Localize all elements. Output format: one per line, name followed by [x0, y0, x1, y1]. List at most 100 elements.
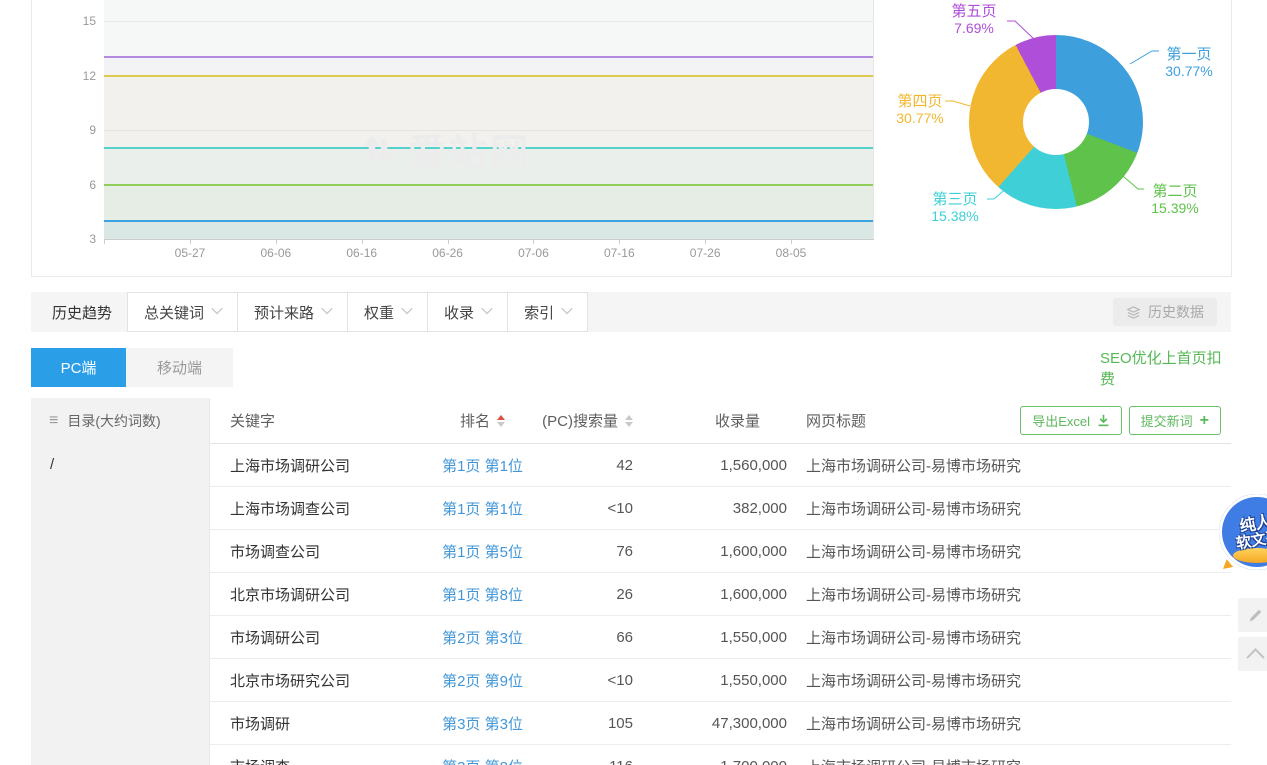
- y-tick-label: 12: [46, 69, 96, 83]
- included-count-cell: 47,300,000: [630, 702, 787, 744]
- feedback-pencil-button[interactable]: [1238, 598, 1267, 632]
- filter-dropdown-4[interactable]: 索引: [507, 292, 588, 332]
- included-count-cell: 1,600,000: [630, 530, 787, 572]
- aizhan-logo-icon: [356, 128, 400, 172]
- trend-chart-panel: 1512963 05-2706-0606-1606-2607-0607-1607…: [31, 0, 1232, 277]
- x-tick-mark: [791, 240, 792, 244]
- x-tick-label: 07-26: [662, 246, 748, 260]
- chevron-down-icon: [211, 303, 222, 314]
- pie-label-page2: 第二页 15.39%: [1144, 183, 1206, 217]
- header-search-volume: (PC)搜索量: [500, 398, 633, 443]
- history-data-button[interactable]: 历史数据: [1113, 298, 1217, 326]
- filter-dropdown-1[interactable]: 预计来路: [237, 292, 348, 332]
- keyword-cell: 市场调研: [230, 702, 290, 744]
- x-tick-label: 08-05: [748, 246, 834, 260]
- pie-label-page4: 第四页 30.77%: [889, 93, 951, 127]
- page-title-cell: 上海市场调研公司-易博市场研究: [806, 616, 1021, 658]
- search-volume-cell: 42: [500, 444, 633, 486]
- chevron-down-icon: [561, 303, 572, 314]
- included-count-cell: 1,550,000: [630, 616, 787, 658]
- header-page-title: 网页标题: [806, 398, 866, 443]
- keyword-cell: 市场调查公司: [230, 530, 320, 572]
- layers-icon: [1126, 305, 1141, 320]
- download-icon: [1097, 414, 1110, 427]
- metric-dropdown-group: 总关键词 预计来路 权重 收录 索引: [128, 292, 588, 332]
- filter-dropdown-2[interactable]: 权重: [347, 292, 428, 332]
- x-axis-line: [104, 239, 874, 240]
- keyword-table: 关键字 排名 (PC)搜索量 收录量 网页标题 导出Excel 提交新词 +: [210, 398, 1231, 765]
- included-count-cell: 1,600,000: [630, 573, 787, 615]
- back-to-top-button[interactable]: [1238, 637, 1267, 671]
- filter-dropdown-0[interactable]: 总关键词: [127, 292, 238, 332]
- header-keyword: 关键字: [230, 398, 275, 443]
- y-tick-label: 3: [46, 232, 96, 246]
- plus-icon: +: [1200, 413, 1209, 429]
- history-data-label: 历史数据: [1148, 302, 1204, 322]
- green-line: [104, 184, 873, 186]
- chevron-down-icon: [321, 303, 332, 314]
- directory-header-label: 目录(大约词数): [67, 411, 160, 431]
- included-count-cell: 1,550,000: [630, 659, 787, 701]
- x-tick-label: 06-26: [405, 246, 491, 260]
- watermark-text: 爱站网: [408, 122, 531, 177]
- submit-new-word-button[interactable]: 提交新词 +: [1129, 406, 1221, 435]
- search-volume-cell: 66: [500, 616, 633, 658]
- page-title-cell: 上海市场调研公司-易博市场研究: [806, 659, 1021, 701]
- search-volume-cell: <10: [500, 659, 633, 701]
- x-tick-mark: [276, 240, 277, 244]
- aizhan-watermark: 爱站网: [356, 122, 531, 177]
- gridline: [104, 21, 873, 22]
- directory-sidebar: ≡ 目录(大约词数) /: [31, 398, 210, 765]
- table-row: 市场调研公司 第2页 第3位 66 1,550,000 上海市场调研公司-易博市…: [210, 616, 1231, 659]
- keyword-cell: 北京市场调研公司: [230, 573, 350, 615]
- tab-pc[interactable]: PC端: [31, 348, 126, 387]
- table-row: 市场调研 第3页 第3位 105 47,300,000 上海市场调研公司-易博市…: [210, 702, 1231, 745]
- table-header-row: 关键字 排名 (PC)搜索量 收录量 网页标题 导出Excel 提交新词 +: [210, 398, 1231, 444]
- keyword-cell: 市场调查: [230, 745, 290, 765]
- page-title-cell: 上海市场调研公司-易博市场研究: [806, 745, 1021, 765]
- pie-label-page3: 第三页 15.38%: [924, 191, 986, 225]
- history-trend-bar: 历史趋势 总关键词 预计来路 权重 收录 索引 历史数据: [31, 292, 1231, 332]
- chevron-down-icon: [481, 303, 492, 314]
- x-tick-mark: [533, 240, 534, 244]
- history-trend-title: 历史趋势: [52, 292, 112, 332]
- chevron-up-icon: [1246, 648, 1264, 666]
- seo-dashboard-page: 1512963 05-2706-0606-1606-2607-0607-1607…: [0, 0, 1267, 765]
- line-chart-plot-area: [104, 0, 874, 239]
- table-row: 市场调查 第3页 第8位 116 1,700,000 上海市场调研公司-易博市场…: [210, 745, 1231, 765]
- tab-mobile[interactable]: 移动端: [126, 348, 233, 387]
- x-tick-label: 07-06: [490, 246, 576, 260]
- seo-promo-link[interactable]: SEO优化上首页扣费: [1100, 348, 1231, 387]
- search-volume-cell: 76: [500, 530, 633, 572]
- y-tick-label: 9: [46, 123, 96, 137]
- page-title-cell: 上海市场调研公司-易博市场研究: [806, 444, 1021, 486]
- search-volume-cell: 105: [500, 702, 633, 744]
- included-count-cell: 382,000: [630, 487, 787, 529]
- search-volume-cell: <10: [500, 487, 633, 529]
- page-title-cell: 上海市场调研公司-易博市场研究: [806, 530, 1021, 572]
- export-excel-button[interactable]: 导出Excel: [1020, 406, 1122, 435]
- pencil-icon: [1247, 607, 1264, 624]
- purple-line: [104, 56, 873, 58]
- y-tick-label: 15: [46, 14, 96, 28]
- yellow-line: [104, 75, 873, 77]
- x-tick-mark: [190, 240, 191, 244]
- search-volume-cell: 116: [500, 745, 633, 765]
- x-tick-label: 06-16: [319, 246, 405, 260]
- table-row: 北京市场研究公司 第2页 第9位 <10 1,550,000 上海市场调研公司-…: [210, 659, 1231, 702]
- table-row: 市场调查公司 第1页 第5位 76 1,600,000 上海市场调研公司-易博市…: [210, 530, 1231, 573]
- blue-line: [104, 220, 873, 222]
- x-tick-label: 05-27: [147, 246, 233, 260]
- blue-line-area: [104, 222, 873, 239]
- chevron-down-icon: [401, 303, 412, 314]
- sidebar-item-root[interactable]: /: [31, 443, 209, 486]
- x-tick-mark: [448, 240, 449, 244]
- table-body: 上海市场调研公司 第1页 第1位 42 1,560,000 上海市场调研公司-易…: [210, 444, 1231, 765]
- filter-dropdown-3[interactable]: 收录: [427, 292, 508, 332]
- list-icon: ≡: [49, 412, 58, 430]
- y-tick-label: 6: [46, 178, 96, 192]
- header-included: 收录量: [630, 398, 760, 443]
- search-volume-cell: 26: [500, 573, 633, 615]
- table-row: 北京市场调研公司 第1页 第8位 26 1,600,000 上海市场调研公司-易…: [210, 573, 1231, 616]
- directory-header: ≡ 目录(大约词数): [31, 398, 209, 443]
